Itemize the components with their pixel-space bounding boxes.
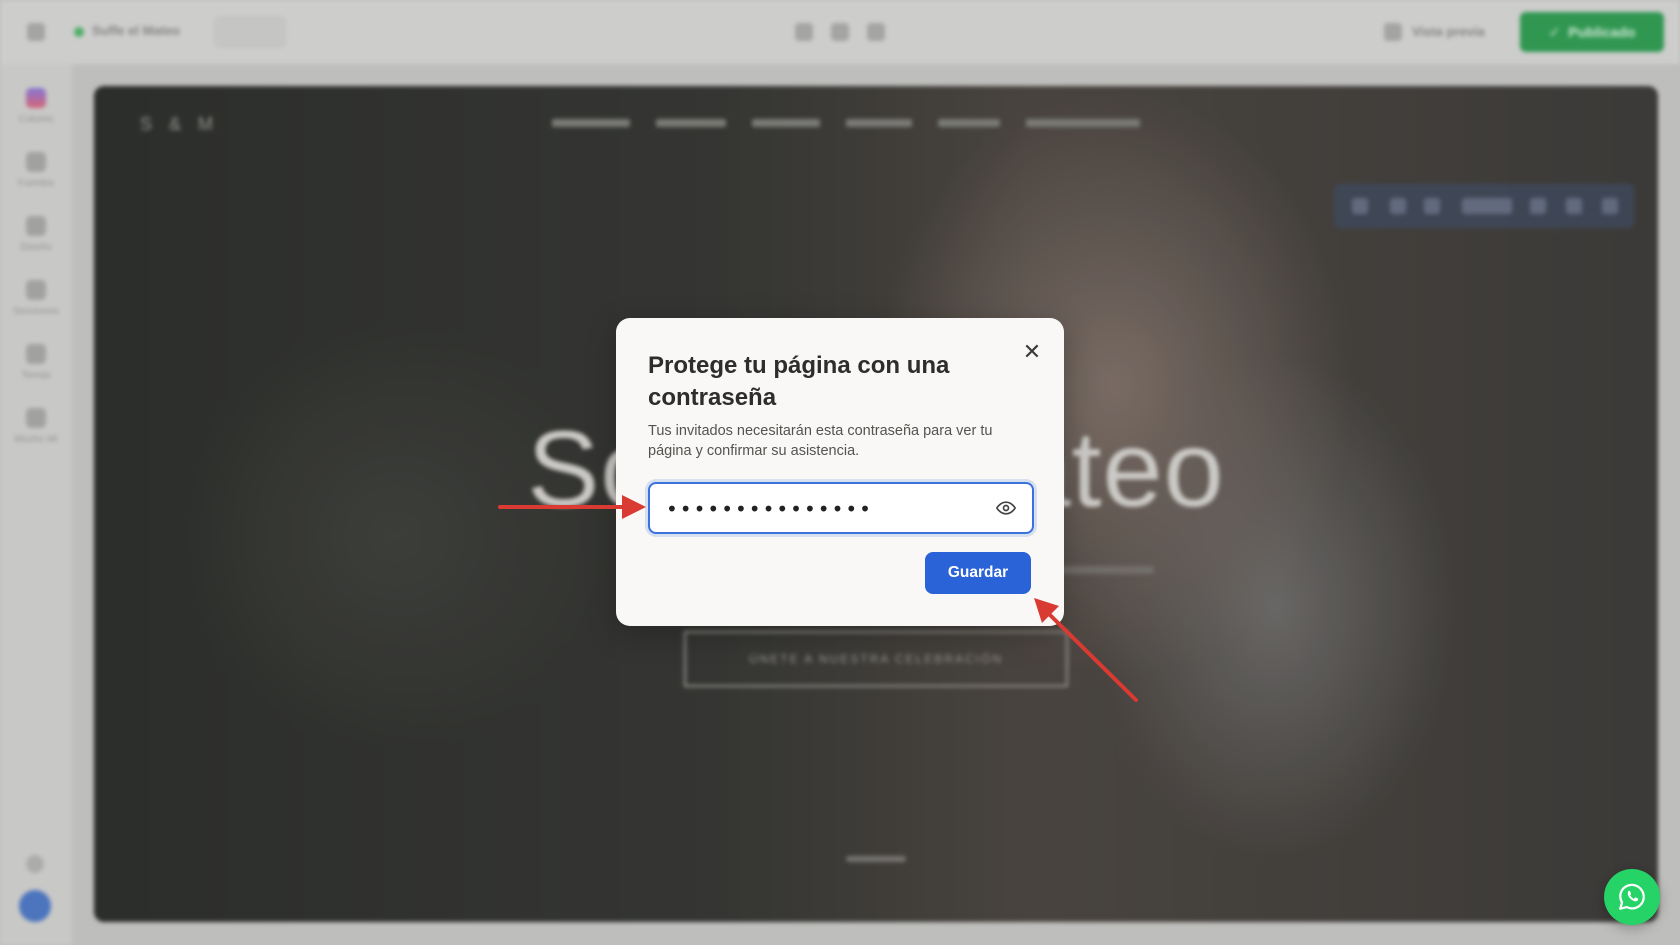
modal-description: Tus invitados necesitarán esta contraseñ… [648,423,993,459]
save-button[interactable]: Guardar [925,552,1031,594]
password-input[interactable] [664,484,988,534]
password-modal: Protege tu página con una contraseña ✕ T… [616,318,1064,626]
whatsapp-icon [1619,883,1645,910]
eye-icon[interactable] [996,498,1016,518]
whatsapp-button[interactable] [1604,869,1660,925]
modal-title: Protege tu página con una contraseña [648,352,950,411]
close-icon[interactable]: ✕ [1020,340,1044,364]
password-field [648,482,1034,534]
